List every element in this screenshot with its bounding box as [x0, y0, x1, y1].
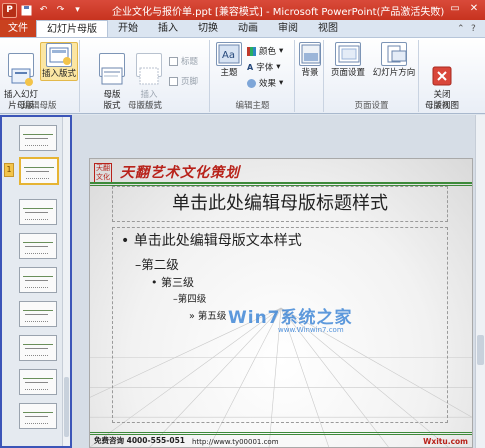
body-level-2: –第二级: [135, 257, 179, 272]
group-label-close: 关闭: [433, 101, 451, 111]
canvas-scrollbar[interactable]: [475, 115, 485, 448]
footer-rule-thin: [90, 432, 472, 433]
group-background: 背景 背景: [296, 40, 324, 112]
layout-thumbnail[interactable]: [19, 125, 57, 151]
title-checkbox[interactable]: 标题: [169, 54, 198, 68]
ribbon-right-icons: ⌃ ?: [457, 20, 485, 37]
group-edit-master: 插入幻灯 片母版 插入版式 编辑母版: [0, 40, 80, 112]
body-level-5: » 第五级: [189, 311, 227, 322]
effects-icon: [247, 78, 256, 88]
window-title: 企业文化与报价单.ppt [兼容模式] - Microsoft PowerPoi…: [112, 7, 445, 18]
save-icon[interactable]: [19, 3, 34, 18]
chevron-down-icon: ▾: [279, 46, 284, 56]
body-level-1: • 单击此处编辑母版文本样式: [121, 233, 302, 249]
tab-animations[interactable]: 动画: [228, 20, 268, 37]
background-styles-button[interactable]: 背景: [296, 42, 324, 79]
chevron-down-icon: ▾: [276, 62, 281, 72]
slide-orientation-icon: [381, 42, 407, 66]
close-button[interactable]: ✕: [465, 1, 483, 17]
fonts-icon: A: [247, 62, 254, 72]
close-master-view-icon: [429, 53, 455, 86]
group-label-page-setup: 页面设置: [354, 101, 389, 111]
thumbnail-scrollbar[interactable]: [62, 117, 70, 446]
page-setup-button[interactable]: 页面设置: [327, 42, 369, 79]
themes-button[interactable]: Aa 主题: [213, 42, 245, 79]
layout-thumbnail[interactable]: [19, 335, 57, 361]
minimize-ribbon-icon[interactable]: ⌃: [457, 24, 467, 34]
help-icon[interactable]: ?: [471, 24, 481, 34]
maximize-button[interactable]: ▭: [446, 1, 464, 17]
tab-home[interactable]: 开始: [108, 20, 148, 37]
quick-access-toolbar: P ↶ ↷ ▾: [2, 2, 85, 18]
title-checkbox-box: [169, 56, 178, 66]
slide-master-thumbnail[interactable]: [19, 157, 59, 185]
footer-checkbox[interactable]: 页脚: [169, 74, 198, 88]
fonts-dropdown[interactable]: A 字体 ▾: [247, 60, 281, 74]
group-master-layout: 母版 版式 插入 占位符 标题 页脚 母版版式: [81, 40, 210, 112]
group-label-edit-theme: 编辑主题: [235, 101, 270, 111]
body-level-3: • 第三级: [151, 276, 194, 289]
colors-dropdown[interactable]: 颜色 ▾: [247, 44, 283, 58]
site-watermark-url: www.Winwin7.com: [278, 326, 344, 334]
insert-slide-master-icon: [8, 53, 34, 86]
tab-review[interactable]: 审阅: [268, 20, 308, 37]
window-controls: — ▭ ✕: [427, 1, 483, 17]
tab-slide-master[interactable]: 幻灯片母版: [36, 20, 108, 37]
master-title-placeholder[interactable]: 单击此处编辑母版标题样式: [112, 186, 448, 222]
background-styles-icon: [299, 42, 321, 66]
group-label-master-layout: 母版版式: [127, 101, 162, 111]
layout-thumbnail[interactable]: [19, 233, 57, 259]
undo-icon[interactable]: ↶: [36, 3, 51, 18]
slide-orientation-button[interactable]: 幻灯片方向: [371, 42, 417, 79]
layout-thumbnail[interactable]: [19, 199, 57, 225]
insert-layout-button[interactable]: 插入版式: [40, 42, 78, 81]
layout-thumbnail[interactable]: [19, 403, 57, 429]
insert-placeholder-icon: [136, 53, 162, 85]
tab-file[interactable]: 文件: [0, 20, 36, 37]
header-rule: [90, 182, 472, 184]
ribbon-tabs: 文件 幻灯片母版 开始 插入 切换 动画 审阅 视图 ⌃ ?: [0, 20, 485, 38]
body-level-4: –第四级: [173, 294, 207, 305]
group-edit-theme: Aa 主题 颜色 ▾ A 字体 ▾ 效果 ▾ 编辑主题: [211, 40, 295, 112]
customize-qat-icon[interactable]: ▾: [70, 3, 85, 18]
effects-dropdown[interactable]: 效果 ▾: [247, 76, 283, 90]
minimize-button[interactable]: —: [427, 1, 445, 17]
group-label-edit-master: 编辑母版: [22, 101, 57, 111]
ribbon: 插入幻灯 片母版 插入版式 编辑母版 母版 版式 插入 占位符 标题 页脚 母版…: [0, 38, 485, 114]
title-bar: P ↶ ↷ ▾ 企业文化与报价单.ppt [兼容模式] - Microsoft …: [0, 0, 485, 20]
insert-layout-icon: [46, 43, 72, 67]
layout-thumbnail[interactable]: [19, 267, 57, 293]
footer-checkbox-box: [169, 76, 178, 86]
footer-brand: Wxitu.com: [423, 437, 468, 446]
group-close: 关闭 母版视图 关闭: [420, 40, 464, 112]
slide-canvas-area: 天翻 文化 天翻艺术文化策划 单击此处编辑母版标题样式 • 单击此处编辑母版文本…: [72, 115, 485, 448]
layout-thumbnail[interactable]: [19, 369, 57, 395]
slide-thumbnail-panel: 1: [0, 115, 72, 448]
tab-insert[interactable]: 插入: [148, 20, 188, 37]
themes-icon: Aa: [216, 42, 242, 66]
tab-view[interactable]: 视图: [308, 20, 348, 37]
page-setup-icon: [335, 42, 361, 66]
svg-text:Aa: Aa: [222, 50, 235, 61]
master-marker: 1: [4, 163, 14, 177]
master-layout-icon: [99, 53, 125, 85]
powerpoint-app-icon[interactable]: P: [2, 2, 17, 18]
brand-logo: 天翻 文化: [94, 163, 112, 183]
brand-name: 天翻艺术文化策划: [120, 165, 240, 181]
tab-transitions[interactable]: 切换: [188, 20, 228, 37]
chevron-down-icon: ▾: [279, 78, 284, 88]
redo-icon[interactable]: ↷: [53, 3, 68, 18]
layout-thumbnail[interactable]: [19, 301, 57, 327]
footer-phone: 免费咨询 4000-555-051: [94, 436, 186, 445]
group-page-setup: 页面设置 幻灯片方向 页面设置: [325, 40, 419, 112]
colors-icon: [247, 46, 256, 56]
footer-website: http://www.ty00001.com: [192, 438, 279, 446]
